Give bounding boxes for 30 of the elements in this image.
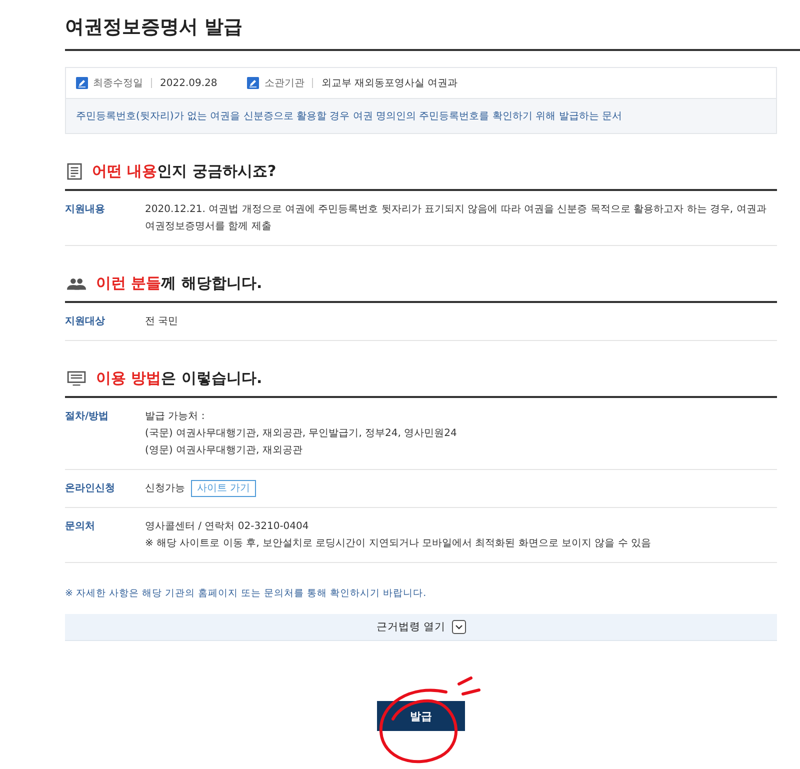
people-icon <box>67 278 86 290</box>
row-value: ※ 해당 사이트로 이동 후, 보안설치로 로딩시간이 지연되거나 모바일에서 최적화된 화면으로 보이지 않을 수 있음 <box>145 537 652 551</box>
meta-label: 소관기관 <box>264 77 304 90</box>
row-value: 발급 가능처 : <box>145 410 206 424</box>
row-value: (영문) 여권사무대행기관, 재외공관 <box>145 444 304 458</box>
row-label: 지원대상 <box>65 315 106 329</box>
chevron-icon <box>452 620 466 634</box>
row-label: 온라인신청 <box>65 482 116 496</box>
meta-label: 최종수정일 <box>93 77 143 90</box>
document-icon <box>67 163 82 180</box>
page-title: 여권정보증명서 발급 <box>65 14 800 51</box>
monitor-icon <box>67 371 86 386</box>
row-label: 지원내용 <box>65 203 106 217</box>
pencil-icon <box>76 77 88 89</box>
row-value: 신청가능 <box>145 482 185 496</box>
row-label: 문의처 <box>65 520 96 534</box>
row-value: 2020.12.21. 여권법 개정으로 여권에 주민등록번호 뒷자리가 표기되지 않음에 따라 여권을 신분증 목적으로 활용하고자 하는 경우, 여권과 여권정보증명서를 함께 제출 <box>145 203 768 234</box>
row-value: (국문) 여권사무대행기관, 재외공관, 무인발급기, 정부24, 영사민원24 <box>145 427 457 441</box>
section-heading: 이런 분들께 해당합니다. <box>96 274 262 293</box>
section-heading: 어떤 내용인지 궁금하시죠? <box>92 162 276 181</box>
notice-text: ※ 자세한 사항은 해당 기관의 홈페이지 또는 문의처를 통해 확인하시기 바랍니다. <box>65 587 428 600</box>
row-value: 영사콜센터 / 연락처 02-3210-0404 <box>145 520 310 534</box>
row-label: 절차/방법 <box>65 410 110 424</box>
meta-value: 외교부 재외동포영사실 여권과 <box>321 77 458 90</box>
meta-value: 2022.09.28 <box>160 78 218 88</box>
law-toggle[interactable]: 근거법령 열기 <box>372 618 470 636</box>
row-value: 전 국민 <box>145 315 178 329</box>
pencil-icon <box>247 77 260 89</box>
section-heading: 이용 방법은 이렇습니다. <box>96 369 262 388</box>
summary-text: 주민등록번호(뒷자리)가 없는 여권을 신분증으로 활용할 경우 여권 명의인의 주민등록번호를 확인하기 위해 발급하는 문서 <box>66 98 776 133</box>
